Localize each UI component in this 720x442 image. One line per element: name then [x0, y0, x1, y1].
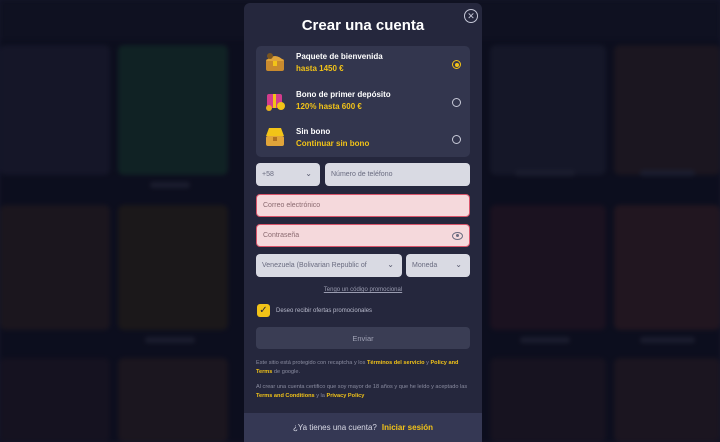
bonus-selector: Paquete de bienvenida hasta 1450 € Bono … — [256, 46, 470, 157]
promo-code-link[interactable]: Tengo un código promocional — [244, 287, 482, 293]
phone-placeholder: Número de teléfono — [331, 171, 393, 178]
signup-modal: Crear una cuenta ✕ Paquete de bienvenida… — [244, 3, 482, 442]
bonus-title: Sin bono — [296, 127, 331, 136]
chevron-down-icon: ⌄ — [305, 169, 312, 178]
legal-text: Este sitio está protegido con recaptcha … — [256, 360, 368, 366]
currency-value: Moneda — [412, 262, 438, 269]
send-label: Enviar — [352, 333, 374, 343]
bonus-subtitle: Continuar sin bono — [296, 139, 370, 148]
offers-checkbox[interactable]: ✓ — [257, 304, 270, 317]
chevron-down-icon: ⌄ — [455, 260, 462, 269]
send-button[interactable]: Enviar — [256, 327, 470, 349]
phone-input[interactable]: Número de teléfono — [325, 163, 470, 186]
legal-text: y la — [314, 392, 327, 399]
email-placeholder: Correo electrónico — [263, 202, 321, 209]
login-footer: ¿Ya tienes una cuenta? Iniciar sesión — [244, 413, 482, 442]
bonus-title: Bono de primer depósito — [296, 90, 391, 99]
phone-code-select[interactable]: +58 ⌄ — [256, 163, 320, 186]
phone-code-value: +58 — [262, 171, 274, 178]
recaptcha-notice: Este sitio está protegido con recaptcha … — [256, 359, 472, 376]
legal-text: de google. — [272, 368, 301, 375]
radio-unselected[interactable] — [452, 98, 461, 107]
treasure-chest-icon — [266, 53, 284, 71]
bonus-title: Paquete de bienvenida — [296, 52, 383, 61]
close-icon[interactable]: ✕ — [464, 9, 478, 23]
password-input[interactable]: Contraseña — [256, 224, 470, 247]
chevron-down-icon: ⌄ — [385, 260, 394, 269]
country-select[interactable]: Venezuela (Bolivarian Republic of ⌄ — [256, 254, 402, 277]
open-chest-icon — [266, 128, 284, 146]
country-value: Venezuela (Bolivarian Republic of — [262, 262, 367, 269]
legal-text: Al crear una cuenta certifico que soy ma… — [256, 384, 468, 390]
bonus-subtitle: hasta 1450 € — [296, 64, 344, 73]
eye-icon[interactable] — [452, 232, 463, 240]
privacy-policy-link[interactable]: Privacy Policy — [326, 393, 364, 399]
terms-conditions-link[interactable]: Terms and Conditions — [256, 393, 315, 399]
currency-select[interactable]: Moneda ⌄ — [406, 254, 470, 277]
email-input[interactable]: Correo electrónico — [256, 194, 470, 217]
radio-unselected[interactable] — [452, 135, 461, 144]
modal-title: Crear una cuenta — [301, 17, 425, 34]
login-link[interactable]: Iniciar sesión — [382, 423, 433, 432]
gift-coins-icon — [266, 94, 285, 111]
bonus-option-none[interactable]: Sin bono Continuar sin bono — [256, 121, 470, 158]
bonus-option-first-deposit[interactable]: Bono de primer depósito 120% hasta 600 € — [256, 84, 470, 121]
age-notice: Al crear una cuenta certifico que soy ma… — [256, 383, 472, 400]
radio-selected[interactable] — [452, 60, 461, 69]
have-account-text: ¿Ya tienes una cuenta? — [292, 423, 377, 432]
password-placeholder: Contraseña — [263, 232, 300, 239]
bonus-subtitle: 120% hasta 600 € — [296, 102, 362, 111]
terms-of-service-link[interactable]: Términos del servicio — [367, 360, 425, 366]
bonus-option-welcome[interactable]: Paquete de bienvenida hasta 1450 € — [256, 46, 470, 83]
offers-label: Deseo recibir ofertas promocionales — [276, 308, 373, 314]
